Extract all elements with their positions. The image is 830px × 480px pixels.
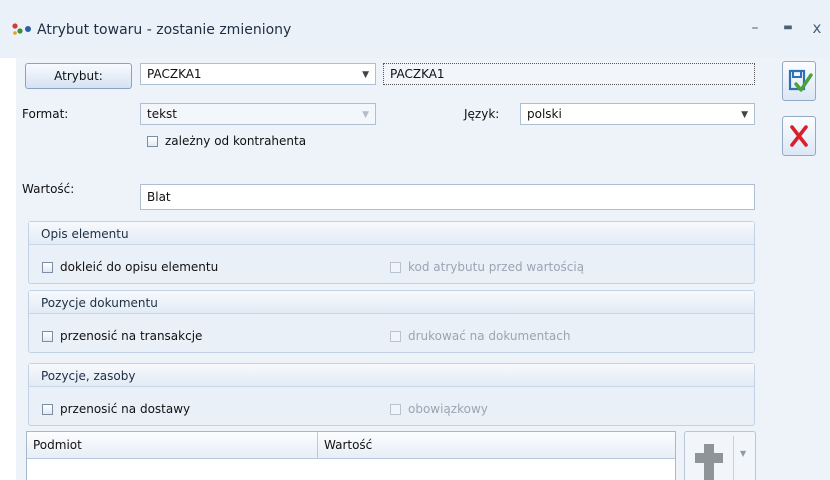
append-description-checkbox[interactable] [42,262,53,273]
code-before-value-label: kod atrybutu przed wartością [408,260,585,274]
format-select[interactable]: tekst ▼ [140,103,376,125]
cancel-icon [790,125,808,147]
dependent-checkbox[interactable] [147,136,158,147]
close-button[interactable]: x [805,16,829,40]
format-select-value: tekst [147,107,177,121]
format-label: Format: [22,107,69,121]
group-title: Pozycje dokumentu [41,296,158,310]
save-button[interactable] [782,61,816,101]
attribute-button[interactable]: Atrybut: [25,63,132,89]
column-header-value[interactable]: Wartość [324,438,372,452]
cancel-button[interactable] [782,116,816,156]
value-input-text: Blat [147,190,171,204]
group-element-description: Opis elementu [28,221,755,284]
attribute-select-value: PACZKA1 [147,67,202,81]
split-divider [733,436,734,480]
code-before-value-checkbox [390,262,401,273]
chevron-down-icon[interactable]: ▼ [740,449,746,458]
value-input[interactable]: Blat [140,184,755,210]
title-bar: Atrybut towaru - zostanie zmieniony – ▬ … [0,0,830,58]
group-items-resources: Pozycje, zasoby [28,363,755,426]
language-select-value: polski [527,107,562,121]
append-description-label: dokleić do opisu elementu [60,260,219,274]
column-divider [317,432,318,458]
group-header: Pozycje, zasoby [29,364,754,387]
minimize-button[interactable]: – [743,16,767,40]
language-label: Język: [464,107,500,121]
attribute-code-field[interactable]: PACZKA1 [383,63,755,85]
group-header: Pozycje dokumentu [29,291,754,314]
value-label: Wartość: [22,182,75,196]
grid-header: Podmiot Wartość [27,432,675,459]
window-title: Atrybut towaru - zostanie zmieniony [37,22,292,38]
attribute-select[interactable]: PACZKA1 ▼ [140,63,376,85]
column-header-subject[interactable]: Podmiot [33,438,82,452]
print-documents-label: drukować na dokumentach [408,329,571,343]
add-button[interactable]: ▼ [684,431,756,480]
transfer-deliveries-checkbox[interactable] [42,404,53,415]
group-header: Opis elementu [29,222,754,245]
transfer-transactions-checkbox[interactable] [42,331,53,342]
language-select[interactable]: polski ▼ [520,103,755,125]
chevron-down-icon: ▼ [362,110,369,120]
chevron-down-icon[interactable]: ▼ [362,68,369,82]
maximize-button[interactable]: ▬ [776,16,800,40]
save-icon [788,69,813,92]
dependent-checkbox-label: zależny od kontrahenta [165,134,307,148]
plus-icon [695,444,723,480]
group-document-items: Pozycje dokumentu [28,290,755,353]
app-icon [12,23,31,35]
mandatory-label: obowiązkowy [408,402,488,416]
group-title: Opis elementu [41,227,129,241]
mandatory-checkbox [390,404,401,415]
attribute-code-value: PACZKA1 [390,67,445,81]
print-documents-checkbox [390,331,401,342]
subject-value-grid[interactable]: Podmiot Wartość [26,431,676,480]
transfer-transactions-label: przenosić na transakcje [60,329,203,343]
chevron-down-icon[interactable]: ▼ [741,108,748,122]
transfer-deliveries-label: przenosić na dostawy [60,402,191,416]
group-title: Pozycje, zasoby [41,369,136,383]
